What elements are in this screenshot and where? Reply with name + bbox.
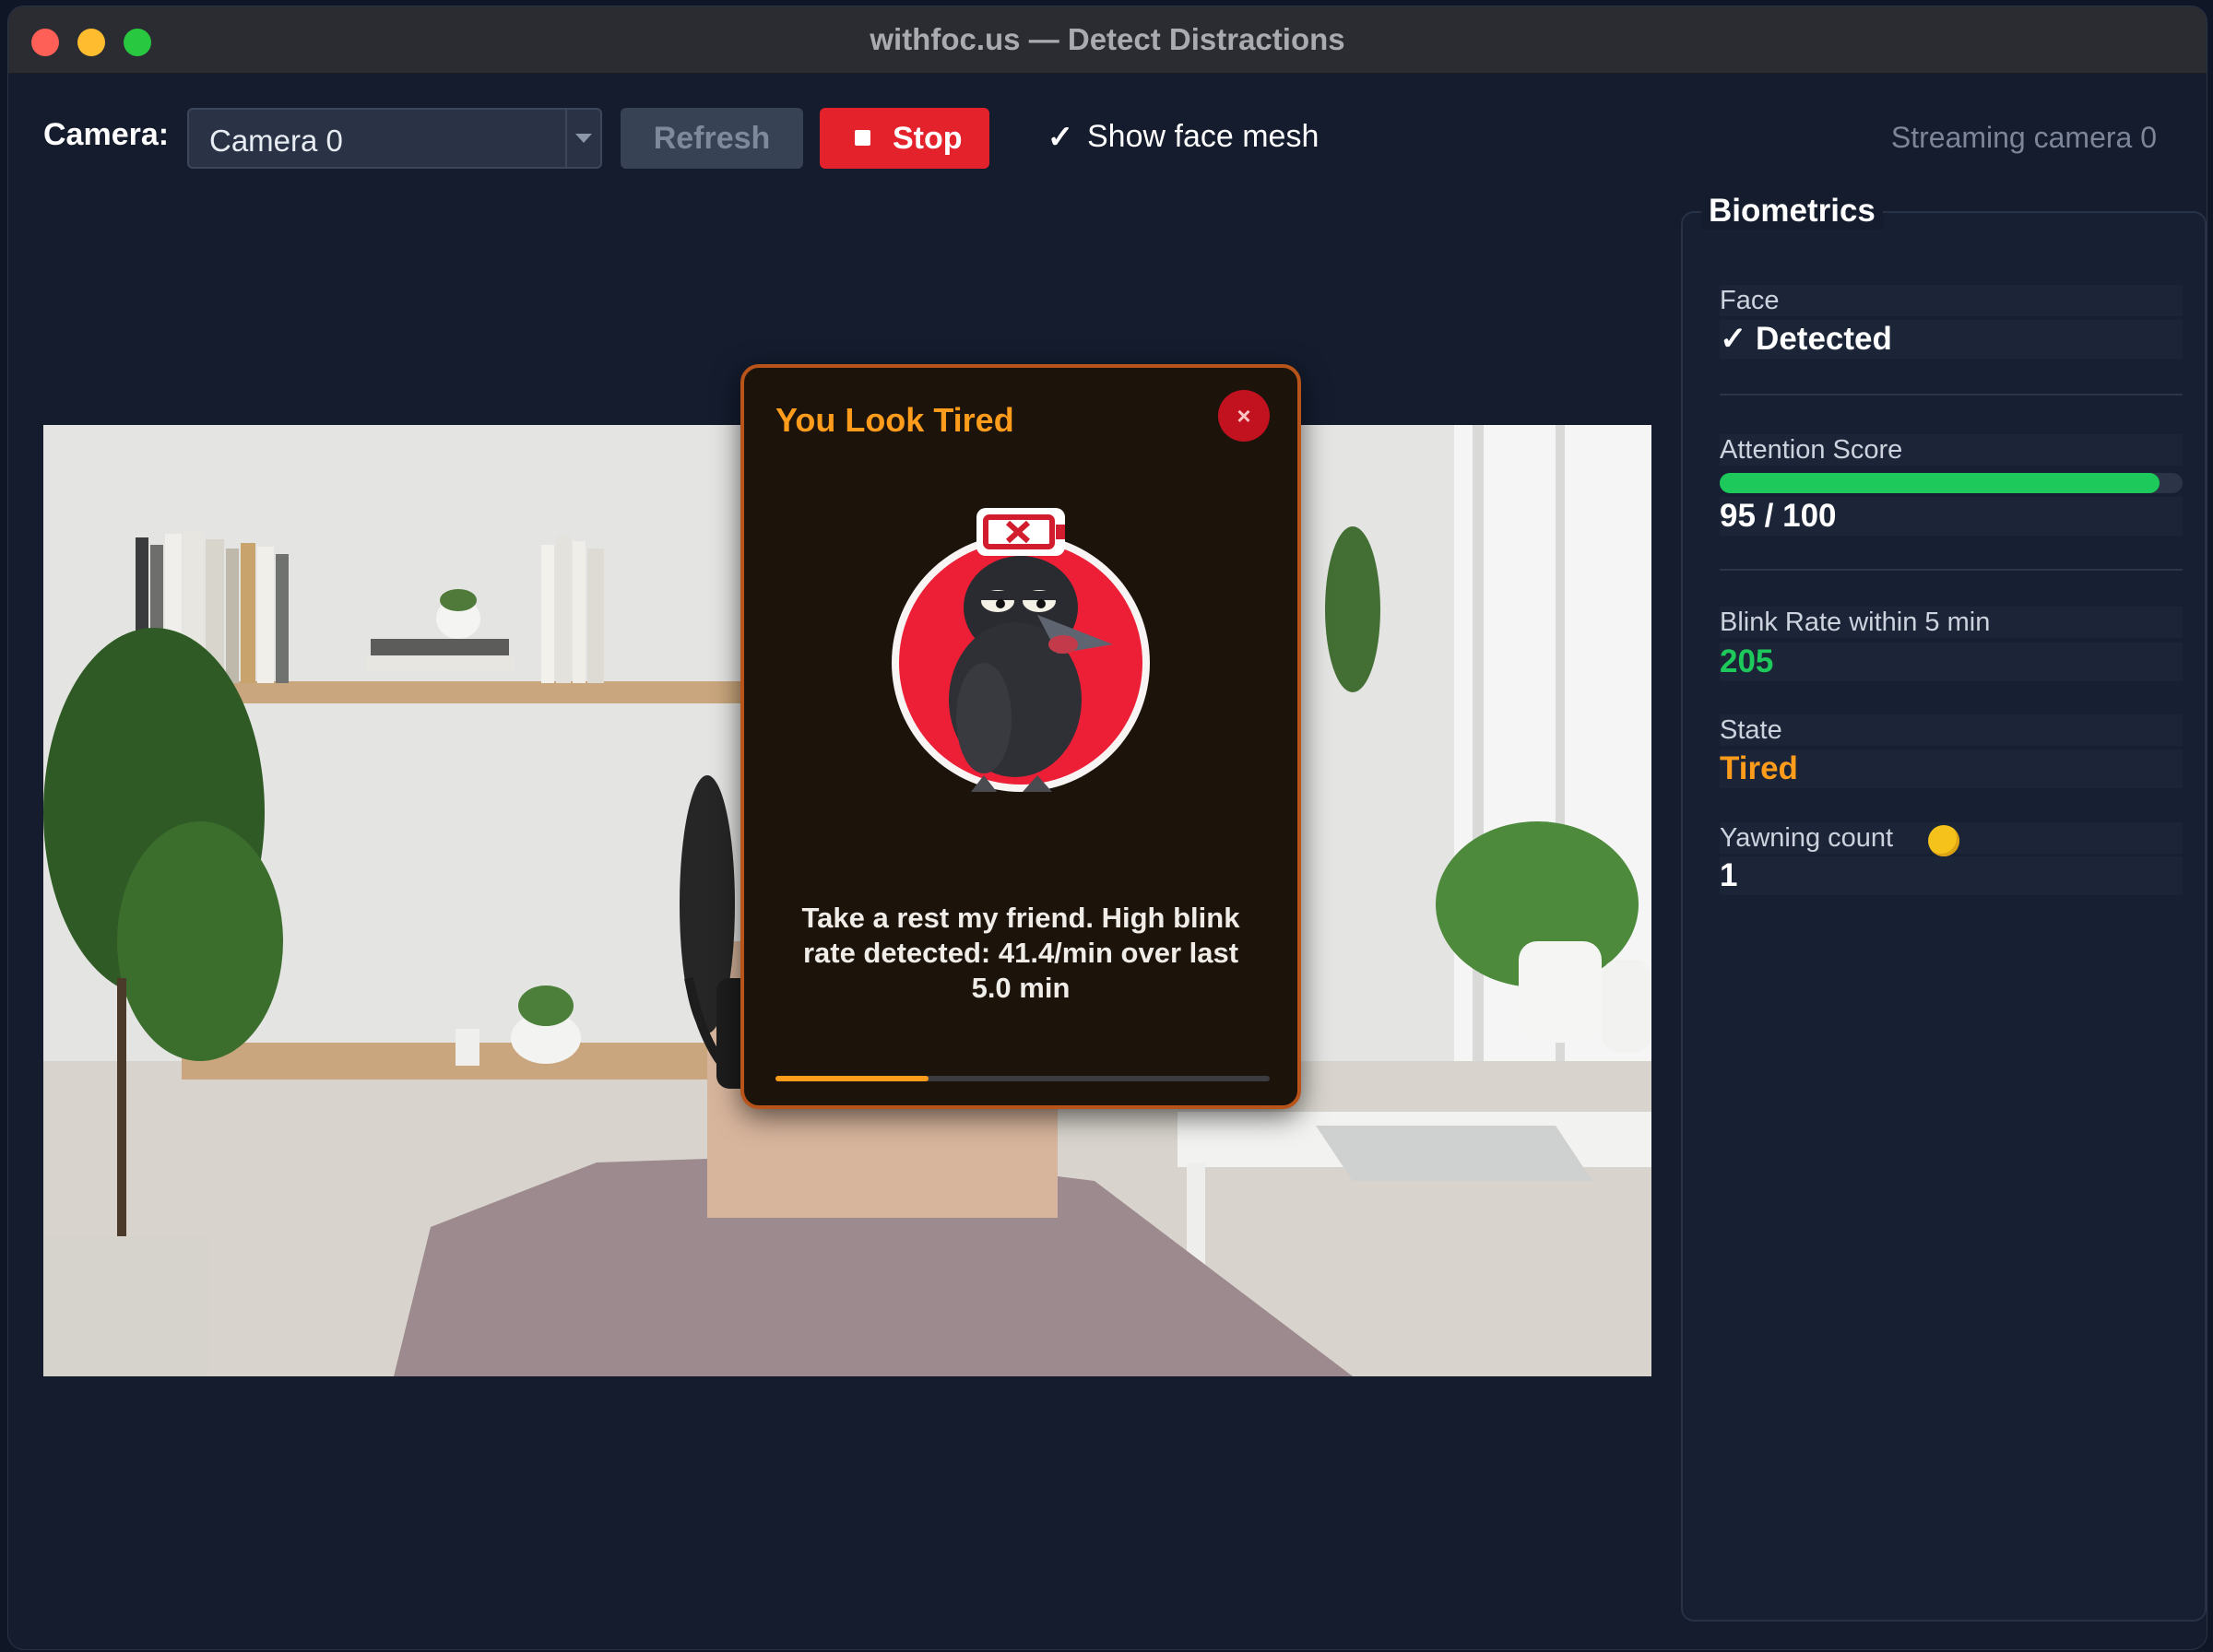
face-value: ✓ Detected xyxy=(1720,320,2183,359)
state-label: State xyxy=(1720,714,2183,746)
stop-button-label: Stop xyxy=(893,121,963,156)
attention-score-track xyxy=(1720,473,2183,493)
tired-crow-icon xyxy=(892,508,1150,792)
alert-progress-fill xyxy=(775,1076,929,1081)
title-bar: withfoc.us — Detect Distractions xyxy=(8,6,2207,74)
biometrics-title: Biometrics xyxy=(1701,193,1883,230)
camera-select[interactable]: Camera 0 xyxy=(187,108,602,169)
show-face-mesh-label[interactable]: Show face mesh xyxy=(1087,119,1319,155)
show-face-mesh-checkbox[interactable]: ✓ xyxy=(1045,119,1076,156)
attention-score-label: Attention Score xyxy=(1720,434,2183,466)
yawning-count-label-text: Yawning count xyxy=(1720,823,1894,853)
attention-score-value: 95 / 100 xyxy=(1720,497,2183,536)
camera-label: Camera: xyxy=(43,117,170,152)
toolbar: Camera: Camera 0 Refresh Stop ✓ Show fac… xyxy=(8,73,2207,202)
blink-rate-value: 205 xyxy=(1720,643,2183,681)
camera-select-value: Camera 0 xyxy=(209,124,343,158)
yawning-face-icon xyxy=(1928,825,1959,856)
face-label: Face xyxy=(1720,285,2183,316)
alert-close-button[interactable]: × xyxy=(1218,390,1270,442)
alert-message: Take a rest my friend. High blink rate d… xyxy=(801,902,1240,1004)
yawning-count-value: 1 xyxy=(1720,856,2183,895)
app-window: withfoc.us — Detect Distractions Camera:… xyxy=(7,6,2207,1650)
alert-progress-track xyxy=(775,1076,1270,1081)
refresh-button[interactable]: Refresh xyxy=(621,108,803,169)
streaming-status: Streaming camera 0 xyxy=(1890,121,2157,154)
stop-icon xyxy=(855,130,870,146)
attention-score-bar xyxy=(1720,473,2160,493)
divider xyxy=(1720,394,2183,395)
state-value: Tired xyxy=(1720,749,2183,788)
chevron-down-icon xyxy=(575,134,592,143)
stop-button[interactable]: Stop xyxy=(820,108,989,169)
camera-select-dropdown[interactable] xyxy=(565,110,600,167)
blink-rate-label: Blink Rate within 5 min xyxy=(1720,607,2183,638)
window-title: withfoc.us — Detect Distractions xyxy=(870,22,1345,56)
biometrics-panel: Biometrics Face ✓ Detected Attention Sco… xyxy=(1681,193,2207,1622)
divider xyxy=(1720,569,2183,571)
alert-title: You Look Tired xyxy=(775,401,1014,439)
tired-alert-dialog: You Look Tired × Take a rest my friend. … xyxy=(740,364,1301,1109)
